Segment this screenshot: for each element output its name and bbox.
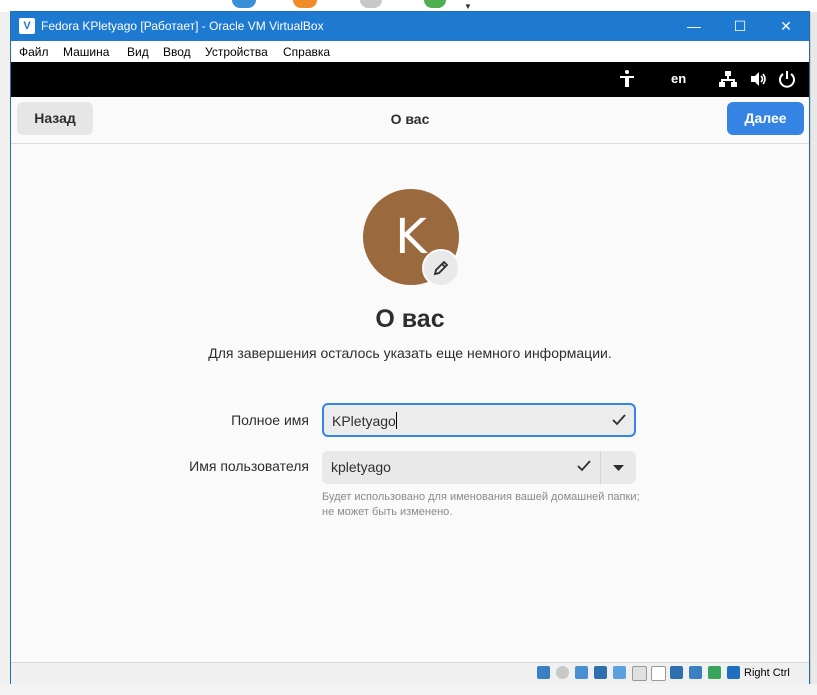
volume-icon[interactable] xyxy=(749,70,767,88)
cpu-icon[interactable] xyxy=(689,666,702,679)
power-icon[interactable] xyxy=(778,70,796,88)
setup-header-bar: Назад О вас Далее xyxy=(11,97,809,144)
accessibility-icon[interactable] xyxy=(617,69,637,89)
pencil-icon xyxy=(433,260,449,276)
gnome-top-bar: en xyxy=(11,62,809,97)
username-value: kpletyago xyxy=(331,459,391,475)
menu-help[interactable]: Справка xyxy=(283,45,330,59)
title-bar[interactable]: V Fedora KPletyago [Работает] - Oracle V… xyxy=(11,12,809,41)
display-icon[interactable] xyxy=(651,666,666,681)
host-key-label: Right Ctrl xyxy=(744,667,790,679)
header-title: О вас xyxy=(390,111,430,127)
fullname-field[interactable]: KPletyago xyxy=(322,403,636,437)
text-caret xyxy=(395,412,397,429)
audio-icon[interactable] xyxy=(575,666,588,679)
desktop-background-bottom xyxy=(0,684,817,695)
virtualbox-app-icon: V xyxy=(19,18,35,34)
hard-disk-icon[interactable] xyxy=(537,666,550,679)
fullname-value: KPletyago xyxy=(332,413,396,429)
shared-folders-icon[interactable] xyxy=(632,666,647,681)
maximize-button[interactable]: ☐ xyxy=(717,12,763,41)
username-label: Имя пользователя xyxy=(189,458,309,474)
language-indicator[interactable]: en xyxy=(671,71,686,86)
username-field[interactable]: kpletyago xyxy=(322,451,636,484)
edit-avatar-button[interactable] xyxy=(422,249,460,287)
optical-drive-icon[interactable] xyxy=(556,666,569,679)
menu-devices[interactable]: Устройства xyxy=(205,45,268,59)
dropdown-arrow-icon xyxy=(613,465,624,471)
checkmark-icon xyxy=(612,414,626,426)
close-button[interactable]: ✕ xyxy=(763,12,809,41)
fullname-label: Полное имя xyxy=(231,412,309,428)
network-icon[interactable] xyxy=(719,70,737,88)
checkmark-icon xyxy=(577,460,591,472)
menu-input[interactable]: Ввод xyxy=(163,45,191,59)
network-adapter-icon[interactable] xyxy=(594,666,607,679)
next-button[interactable]: Далее xyxy=(727,102,804,135)
username-hint: Будет использовано для именования вашей … xyxy=(322,491,640,518)
virtualization-icon[interactable] xyxy=(708,666,721,679)
vm-status-bar: Right Ctrl xyxy=(11,662,809,684)
menu-file[interactable]: Файл xyxy=(19,45,49,59)
video-capture-icon[interactable] xyxy=(670,666,683,679)
page-subtitle: Для завершения осталось указать еще немн… xyxy=(208,345,612,361)
usb-icon[interactable] xyxy=(613,666,626,679)
page-title: О вас xyxy=(375,305,445,333)
menu-bar: Файл Машина Вид Ввод Устройства Справка xyxy=(11,41,809,62)
guest-screen[interactable]: en Назад О вас Далее K О вас Для заверше… xyxy=(11,62,809,662)
keyboard-capture-icon[interactable] xyxy=(727,666,740,679)
username-dropdown-button[interactable] xyxy=(601,451,636,484)
desktop-dropdown-arrow-icon: ▼ xyxy=(464,2,472,11)
desktop-background-right xyxy=(810,12,817,695)
virtualbox-window: V Fedora KPletyago [Работает] - Oracle V… xyxy=(10,11,810,684)
window-title: Fedora KPletyago [Работает] - Oracle VM … xyxy=(41,19,324,33)
menu-view[interactable]: Вид xyxy=(127,45,149,59)
menu-machine[interactable]: Машина xyxy=(63,45,109,59)
minimize-button[interactable]: — xyxy=(671,12,717,41)
